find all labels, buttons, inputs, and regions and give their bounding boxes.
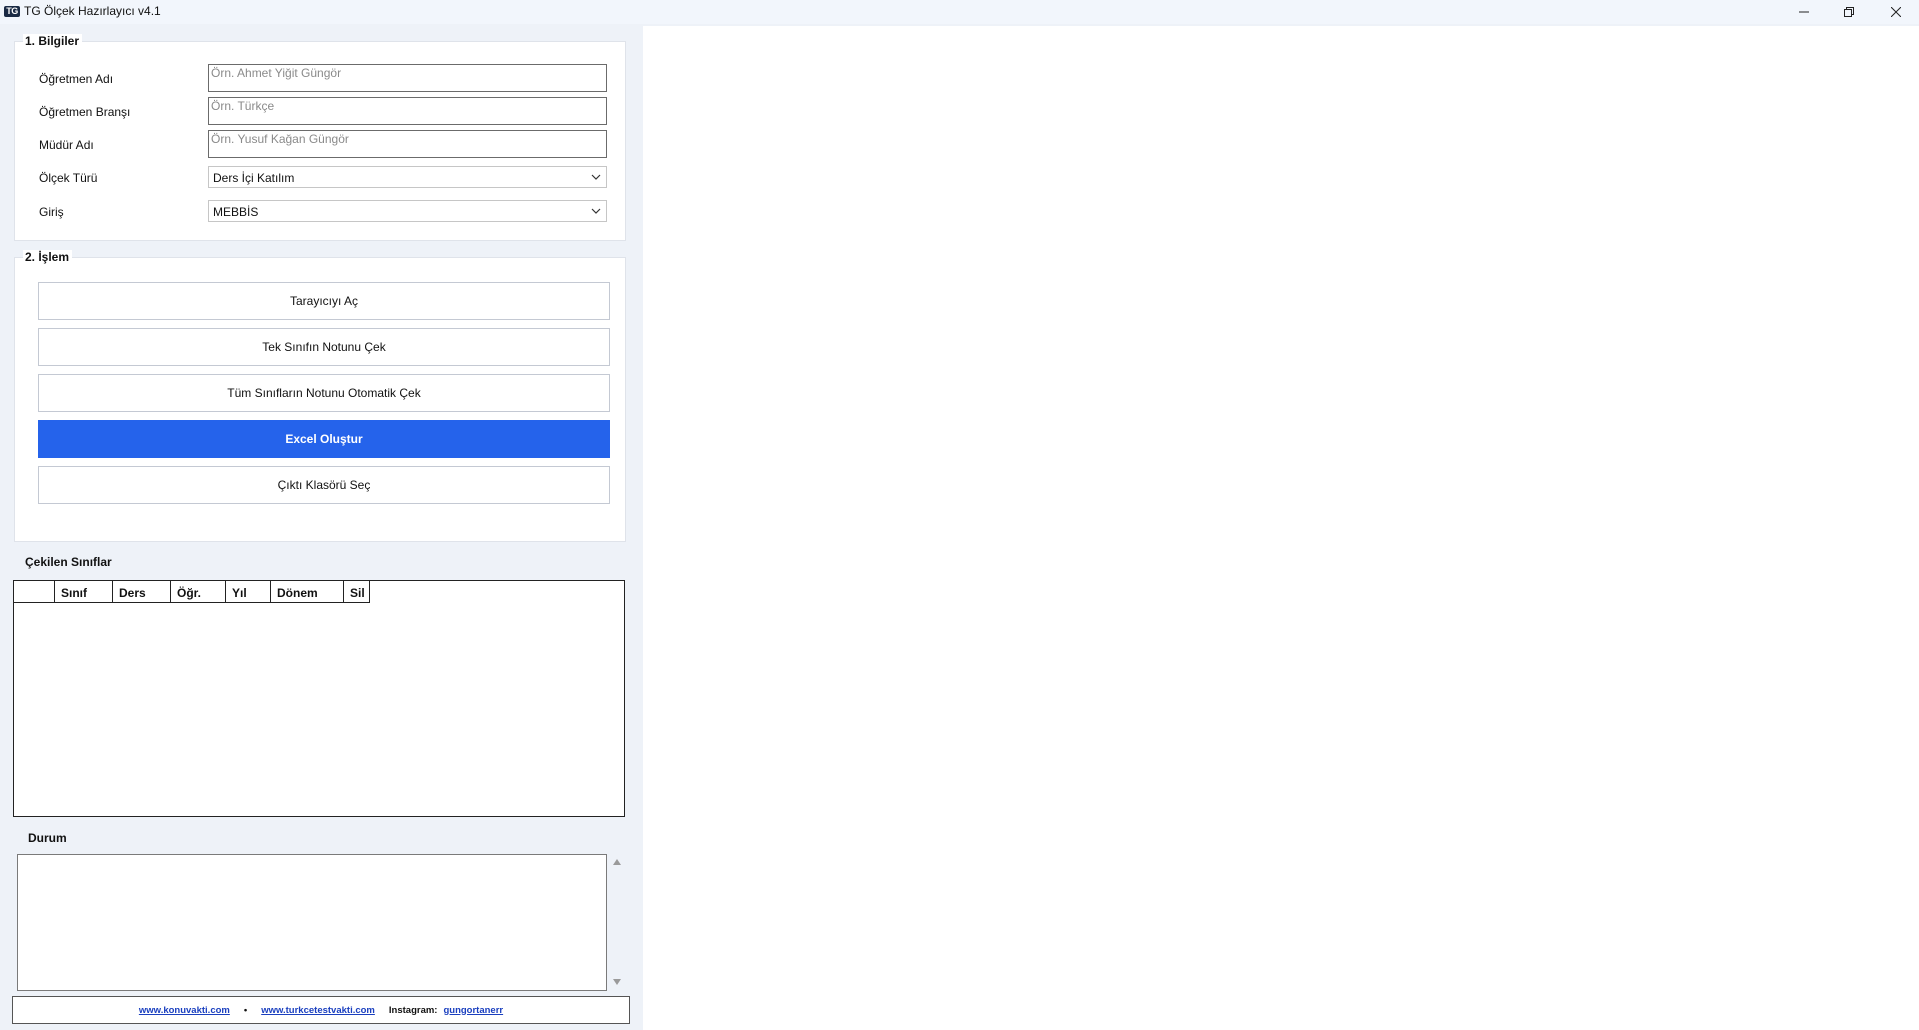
column-header-course[interactable]: Ders (113, 581, 171, 602)
column-header-term[interactable]: Dönem (271, 581, 344, 602)
close-button[interactable] (1873, 0, 1919, 24)
teacher-name-input[interactable] (209, 65, 606, 91)
column-header-teacher[interactable]: Öğr. (171, 581, 226, 602)
bilgiler-title: 1. Bilgiler (23, 34, 83, 48)
chevron-down-icon (591, 208, 601, 214)
content-area (643, 26, 1919, 1030)
column-header-year[interactable]: Yıl (226, 581, 271, 602)
teacher-branch-field[interactable] (208, 97, 607, 125)
restore-button[interactable] (1826, 0, 1872, 24)
scale-type-label: Ölçek Türü (39, 171, 98, 185)
restore-icon (1844, 7, 1854, 17)
footer-links: www.konuvakti.com • www.turkcetestvakti.… (12, 996, 630, 1024)
minimize-button[interactable] (1781, 0, 1827, 24)
scale-type-select[interactable]: Ders İçi Katılım (208, 166, 607, 188)
teacher-branch-label: Öğretmen Branşı (39, 105, 131, 119)
classes-title: Çekilen Sınıflar (25, 555, 112, 569)
login-value: MEBBİS (213, 205, 259, 219)
login-label: Giriş (39, 205, 64, 219)
column-header-select[interactable] (14, 581, 55, 602)
scroll-down-icon[interactable] (612, 978, 622, 986)
scroll-up-icon[interactable] (612, 858, 622, 866)
classes-list[interactable]: Sınıf Ders Öğr. Yıl Dönem Sil (13, 580, 625, 817)
chevron-down-icon (591, 174, 601, 180)
app-logo: TG (4, 6, 20, 17)
footer-separator: • (243, 1004, 248, 1016)
scale-type-value: Ders İçi Katılım (213, 171, 295, 185)
fetch-all-classes-button[interactable]: Tüm Sınıfların Notunu Otomatik Çek (38, 374, 610, 412)
select-output-folder-button[interactable]: Çıktı Klasörü Seç (38, 466, 610, 504)
konuvakti-link[interactable]: www.konuvakti.com (139, 1005, 230, 1016)
principal-name-label: Müdür Adı (39, 138, 94, 152)
islem-group: 2. İşlem Tarayıcıyı Aç Tek Sınıfın Notun… (14, 250, 626, 542)
teacher-name-label: Öğretmen Adı (39, 72, 114, 86)
window-title: TG Ölçek Hazırlayıcı v4.1 (24, 4, 161, 18)
left-panel: 1. Bilgiler Öğretmen Adı Öğretmen Branşı… (10, 24, 630, 1030)
bilgiler-group: 1. Bilgiler Öğretmen Adı Öğretmen Branşı… (14, 34, 626, 241)
open-browser-button[interactable]: Tarayıcıyı Aç (38, 282, 610, 320)
instagram-link[interactable]: gungortanerr (443, 1005, 503, 1016)
status-title: Durum (28, 831, 67, 845)
turkcetestvakti-link[interactable]: www.turkcetestvakti.com (261, 1005, 375, 1016)
close-icon (1891, 7, 1901, 17)
title-bar: TG TG Ölçek Hazırlayıcı v4.1 (0, 0, 1919, 24)
create-excel-button[interactable]: Excel Oluştur (38, 420, 610, 458)
column-header-delete[interactable]: Sil (344, 581, 369, 602)
principal-name-field[interactable] (208, 130, 607, 158)
principal-name-input[interactable] (209, 131, 606, 157)
islem-title: 2. İşlem (23, 250, 73, 264)
instagram-label: Instagram: (388, 1004, 438, 1016)
login-select[interactable]: MEBBİS (208, 200, 607, 222)
teacher-branch-input[interactable] (209, 98, 606, 124)
minimize-icon (1799, 11, 1809, 13)
status-log[interactable] (17, 854, 607, 991)
fetch-single-class-button[interactable]: Tek Sınıfın Notunu Çek (38, 328, 610, 366)
column-header-class[interactable]: Sınıf (55, 581, 113, 602)
teacher-name-field[interactable] (208, 64, 607, 92)
classes-list-header: Sınıf Ders Öğr. Yıl Dönem Sil (14, 581, 370, 603)
